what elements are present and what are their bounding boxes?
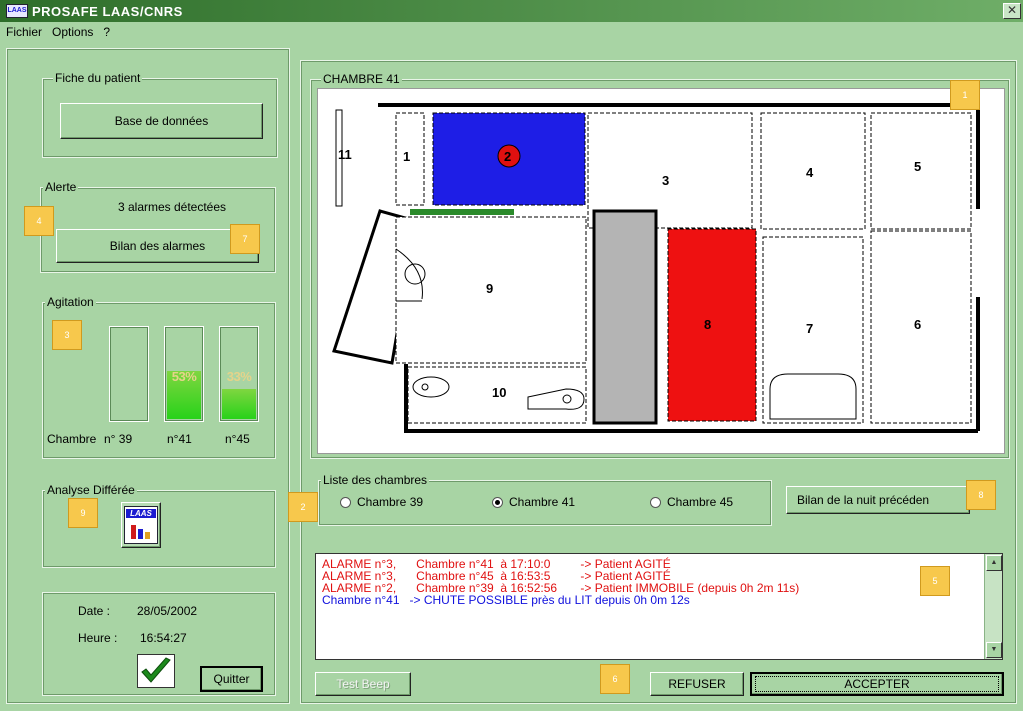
radio-room-41-label: Chambre 41 [509,495,576,509]
agitation-pct-45: 33% [226,369,252,384]
date-label: Date : [78,604,111,618]
quit-button[interactable]: Quitter [200,666,263,692]
zone-11-label: 11 [338,147,352,162]
database-button[interactable]: Base de données [60,103,263,139]
alert-legend: Alerte [43,180,79,194]
agitation-fill-45 [222,389,256,419]
agitation-legend: Agitation [45,295,96,309]
menu-options[interactable]: Options [52,25,93,39]
rooms-list-legend: Liste des chambres [321,473,430,487]
radio-button[interactable] [650,496,661,508]
radio-room-39-label: Chambre 39 [357,495,424,509]
app-icon: LAAS [6,4,28,18]
annotation-marker-8: 8 [966,480,996,510]
log-scrollbar[interactable]: ▲ ▼ [984,554,1002,659]
scroll-up-icon[interactable]: ▲ [986,555,1002,571]
annotation-marker-7: 7 [230,224,260,254]
zone-1-label: 1 [403,149,411,164]
annotation-marker-1: 1 [950,80,980,110]
zone-8-label: 8 [704,317,712,332]
alert-status: 3 alarmes détectées [117,200,227,214]
zone-2-label: 2 [504,149,512,164]
agitation-label-39: n° 39 [104,432,133,446]
annotation-marker-3: 3 [52,320,82,350]
annotation-marker-5: 5 [920,566,950,596]
zone-4-label: 4 [806,165,814,180]
menu-help[interactable]: ? [103,25,110,39]
zone-6-label: 6 [914,317,922,332]
checkmark-icon[interactable] [137,654,175,688]
annotation-marker-2: 2 [288,492,318,522]
annotation-marker-6: 6 [600,664,630,694]
alarm-summary-button[interactable]: Bilan des alarmes [56,229,259,263]
time-value: 16:54:27 [140,631,187,645]
agitation-bar-41: 53% [164,326,204,422]
radio-button[interactable] [492,496,503,508]
accept-button[interactable]: ACCEPTER [750,672,1004,696]
zone-10-label: 10 [492,385,507,400]
zone-5-label: 5 [914,159,922,174]
patient-legend: Fiche du patient [53,71,143,85]
agitation-pct-41: 53% [171,369,197,384]
deferred-legend: Analyse Différée [45,483,137,497]
agitation-label-41: n°41 [167,432,192,446]
close-icon[interactable]: ✕ [1003,3,1021,19]
zone-7-label: 7 [806,321,814,336]
title-bar: LAAS PROSAFE LAAS/CNRS ✕ [0,0,1023,22]
agitation-prefix: Chambre [47,432,97,446]
radio-room-45-label: Chambre 45 [667,495,734,509]
annotation-marker-4: 4 [24,206,54,236]
window-title: PROSAFE LAAS/CNRS [32,3,183,19]
room-map: 11 1 2 3 4 5 9 8 7 6 10 [317,88,1005,454]
radio-button[interactable] [340,496,351,508]
radio-room-45[interactable]: Chambre 45 [650,495,733,509]
night-summary-button[interactable]: Bilan de la nuit précéden [786,486,970,514]
annotation-marker-9: 9 [68,498,98,528]
scroll-down-icon[interactable]: ▼ [986,642,1002,658]
alarm-log-lines: ALARME n°3, Chambre n°41 à 17:10:0 -> Pa… [322,558,996,606]
log-line: Chambre n°41 -> CHUTE POSSIBLE près du L… [322,593,690,607]
agitation-bar-45: 33% [219,326,259,422]
laas-logo-text: LAAS [126,509,156,518]
accept-button-label: ACCEPTER [755,676,999,692]
menu-fichier[interactable]: Fichier [6,25,42,39]
agitation-label-45: n°45 [225,432,250,446]
zone-9-label: 9 [486,281,494,296]
laas-logo-icon: LAAS [124,506,158,544]
radio-room-39[interactable]: Chambre 39 [340,495,423,509]
deferred-analysis-button[interactable]: LAAS [121,502,161,548]
room-legend: CHAMBRE 41 [321,72,402,86]
date-value: 28/05/2002 [137,604,198,618]
menu-bar: Fichier Options ? [0,22,1023,42]
zone-3-label: 3 [662,173,670,188]
agitation-bar-39 [109,326,149,422]
time-label: Heure : [78,631,118,645]
test-beep-button[interactable]: Test Beep [315,672,411,696]
alarm-log: ALARME n°3, Chambre n°41 à 17:10:0 -> Pa… [315,553,1003,660]
radio-room-41[interactable]: Chambre 41 [492,495,575,509]
refuse-button[interactable]: REFUSER [650,672,744,696]
